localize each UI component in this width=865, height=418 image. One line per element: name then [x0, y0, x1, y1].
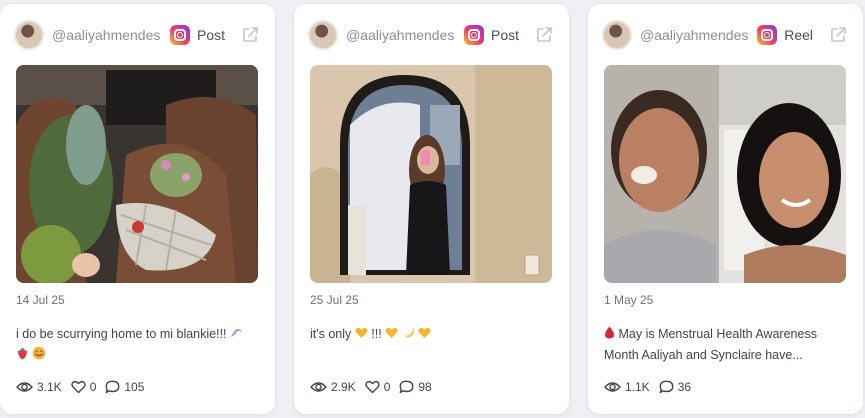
comment-icon	[659, 380, 674, 394]
eye-icon	[310, 382, 327, 392]
likes-count: 0	[383, 380, 391, 394]
card-header: @aaliyahmendes Reel	[588, 18, 863, 52]
likes-stat: 0	[364, 380, 391, 394]
heart-icon	[364, 380, 380, 394]
comment-icon	[105, 380, 120, 394]
crescent-moon-emoji-icon	[402, 325, 415, 345]
instagram-icon	[463, 25, 484, 45]
external-link-icon[interactable]	[829, 26, 847, 44]
post-type-label: Post	[490, 27, 519, 43]
heart-icon	[70, 380, 86, 394]
eye-icon	[16, 382, 33, 392]
comments-count: 36	[677, 380, 692, 394]
caption-tail: !!!	[371, 327, 382, 341]
username[interactable]: @aaliyahmendes	[346, 27, 464, 43]
username[interactable]: @aaliyahmendes	[640, 27, 757, 43]
post-stats: 2.9K 0 98	[310, 380, 441, 394]
post-video-thumbnail[interactable]	[604, 65, 846, 283]
yellow-heart-emoji-icon	[418, 325, 431, 345]
views-stat: 1.1K	[604, 380, 650, 394]
views-stat: 3.1K	[16, 380, 62, 394]
yellow-heart-emoji-icon	[385, 325, 398, 345]
comments-stat: 98	[399, 380, 432, 394]
eye-icon	[604, 382, 621, 392]
post-card[interactable]: @aaliyahmendes Post 14 Jul 25 i do be sc…	[0, 4, 275, 414]
drop-of-blood-emoji-icon	[604, 325, 615, 345]
caption-text: it's only	[310, 327, 352, 341]
instagram-icon	[169, 25, 190, 45]
post-date: 14 Jul 25	[16, 293, 65, 307]
external-link-icon[interactable]	[241, 26, 259, 44]
post-card[interactable]: @aaliyahmendes Reel 1 May 25 May is Mens…	[588, 4, 863, 414]
comments-stat: 105	[105, 380, 144, 394]
smiling-face-emoji-icon	[32, 346, 46, 366]
card-header: @aaliyahmendes Post	[294, 18, 569, 52]
views-count: 1.1K	[625, 380, 650, 394]
post-image[interactable]	[310, 65, 552, 283]
post-date: 1 May 25	[604, 293, 654, 307]
post-type-label: Reel	[784, 27, 813, 43]
views-count: 2.9K	[331, 380, 356, 394]
avatar[interactable]	[308, 20, 338, 50]
caption-text: i do be scurrying home to mi blankie!!!	[16, 327, 227, 341]
instagram-icon	[757, 25, 778, 45]
post-caption: May is Menstrual Health Awareness Month …	[604, 324, 848, 365]
post-stats: 1.1K 36	[604, 380, 700, 394]
views-count: 3.1K	[37, 380, 62, 394]
caption-text: May is Menstrual Health Awareness Month …	[604, 327, 817, 362]
external-link-icon[interactable]	[535, 26, 553, 44]
post-stats: 3.1K 0 105	[16, 380, 153, 394]
likes-count: 0	[89, 380, 97, 394]
username[interactable]: @aaliyahmendes	[52, 27, 170, 43]
comment-icon	[399, 380, 414, 394]
comments-count: 98	[418, 380, 432, 394]
post-caption: it's only !!!	[310, 324, 554, 345]
post-card[interactable]: @aaliyahmendes Post 25 Jul 25 it's only	[294, 4, 569, 414]
comments-stat: 36	[659, 380, 691, 394]
post-image[interactable]	[16, 65, 258, 283]
card-header: @aaliyahmendes Post	[0, 18, 275, 52]
shell-emoji-icon	[230, 325, 244, 345]
views-stat: 2.9K	[310, 380, 356, 394]
strawberry-emoji-icon	[16, 346, 29, 366]
yellow-heart-emoji-icon	[355, 325, 368, 345]
likes-stat: 0	[70, 380, 97, 394]
post-caption: i do be scurrying home to mi blankie!!!	[16, 324, 260, 366]
post-type-label: Post	[196, 27, 225, 43]
avatar[interactable]	[14, 20, 44, 50]
post-date: 25 Jul 25	[310, 293, 359, 307]
comments-count: 105	[124, 380, 145, 394]
avatar[interactable]	[602, 20, 632, 50]
